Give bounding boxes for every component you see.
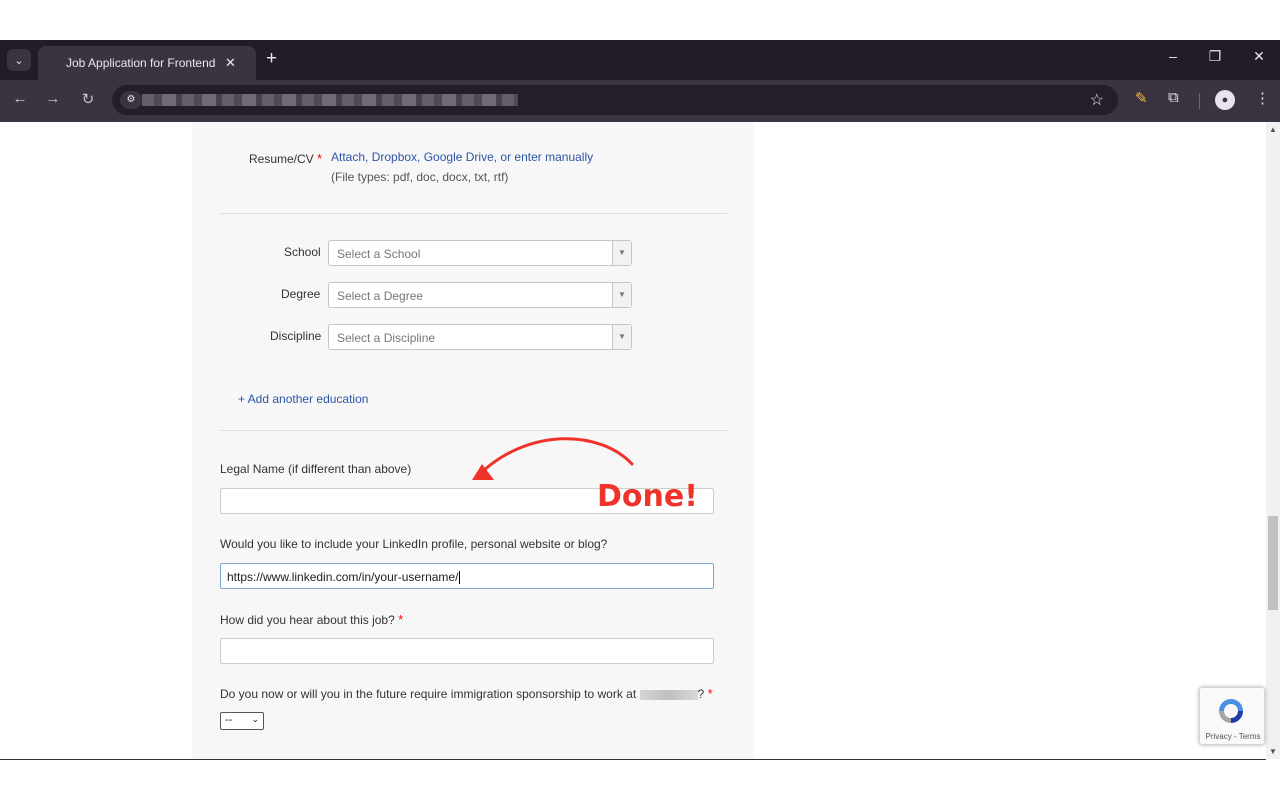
recaptcha-badge[interactable]: Privacy - Terms	[1199, 687, 1265, 745]
recaptcha-terms[interactable]: Privacy - Terms	[1200, 732, 1266, 741]
browser-tabstrip: ⌄ Job Application for Frontend So ✕ + – …	[0, 40, 1280, 80]
school-select[interactable]: Select a School ▼	[328, 240, 632, 266]
tab-title: Job Application for Frontend So	[66, 56, 216, 70]
profile-avatar-icon[interactable]: ●	[1215, 90, 1235, 110]
discipline-select[interactable]: Select a Discipline ▼	[328, 324, 632, 350]
dropdown-arrow-icon: ▼	[612, 283, 631, 307]
toolbar-separator	[1199, 93, 1200, 109]
company-name-redacted	[639, 689, 698, 700]
required-asterisk: *	[317, 151, 323, 166]
tab-close-icon[interactable]: ✕	[225, 55, 236, 71]
page-scrollbar[interactable]: ▲ ▼	[1266, 122, 1280, 759]
forward-icon[interactable]: →	[43, 90, 63, 107]
scrollbar-thumb[interactable]	[1268, 516, 1278, 610]
window-bottom-edge	[0, 759, 1266, 760]
resume-file-types: (File types: pdf, doc, docx, txt, rtf)	[331, 170, 509, 184]
back-icon[interactable]: ←	[10, 90, 30, 107]
recaptcha-logo-icon	[1219, 699, 1243, 723]
url-redacted	[142, 94, 518, 106]
bookmark-star-icon[interactable]: ☆	[1090, 90, 1104, 110]
required-asterisk: *	[707, 686, 713, 701]
linkedin-input-value: https://www.linkedin.com/in/your-usernam…	[227, 570, 459, 584]
resume-label: Resume/CV *	[249, 151, 323, 166]
dropdown-arrow-icon: ▼	[612, 325, 631, 349]
degree-select-value: Select a Degree	[337, 289, 424, 303]
extensions-icon[interactable]: ⧉	[1168, 89, 1179, 106]
annotation-done-text: Done!	[597, 479, 698, 514]
menu-kebab-icon[interactable]: ⋮	[1255, 89, 1270, 107]
chevron-down-icon: ⌄	[14, 54, 24, 67]
sponsorship-select-value: --	[225, 714, 233, 726]
discipline-select-value: Select a Discipline	[337, 331, 436, 345]
site-info-icon[interactable]: ⚙	[120, 91, 142, 109]
address-bar[interactable]: ⚙ ☆	[112, 85, 1118, 115]
reload-icon[interactable]: ↻	[78, 90, 98, 108]
chevron-down-icon: ⌄	[251, 714, 259, 724]
required-asterisk: *	[398, 612, 404, 627]
hear-about-input[interactable]	[220, 638, 714, 664]
sponsorship-select[interactable]: -- ⌄	[220, 712, 264, 730]
restore-button[interactable]: ❐	[1200, 48, 1230, 65]
scroll-up-icon[interactable]: ▲	[1269, 125, 1277, 134]
minimize-button[interactable]: –	[1158, 48, 1188, 64]
browser-toolbar: ← → ↻ ⚙ ☆ ✎ ⧉ ● ⋮	[0, 80, 1280, 122]
pencil-extension-icon[interactable]: ✎	[1135, 89, 1148, 107]
hear-about-label: How did you hear about this job? *	[220, 612, 404, 627]
browser-tab-active[interactable]: Job Application for Frontend So ✕	[38, 46, 256, 80]
school-label: School	[284, 245, 321, 259]
scroll-down-icon[interactable]: ▼	[1269, 747, 1277, 756]
discipline-label: Discipline	[270, 329, 322, 343]
resume-attach-link[interactable]: Attach, Dropbox, Google Drive, or enter …	[331, 150, 593, 164]
dropdown-arrow-icon: ▼	[612, 241, 631, 265]
sponsorship-label: Do you now or will you in the future req…	[220, 686, 713, 701]
degree-select[interactable]: Select a Degree ▼	[328, 282, 632, 308]
degree-label: Degree	[281, 287, 321, 301]
text-caret	[459, 571, 461, 585]
linkedin-input[interactable]: https://www.linkedin.com/in/your-usernam…	[220, 563, 714, 589]
section-divider	[220, 213, 727, 214]
tab-search-button[interactable]: ⌄	[7, 49, 31, 71]
new-tab-button[interactable]: +	[266, 48, 277, 70]
linkedin-label: Would you like to include your LinkedIn …	[220, 537, 608, 551]
add-education-link[interactable]: + Add another education	[238, 392, 368, 406]
legal-name-label: Legal Name (if different than above)	[220, 462, 412, 476]
close-window-button[interactable]: ✕	[1244, 48, 1274, 65]
school-select-value: Select a School	[337, 247, 421, 261]
